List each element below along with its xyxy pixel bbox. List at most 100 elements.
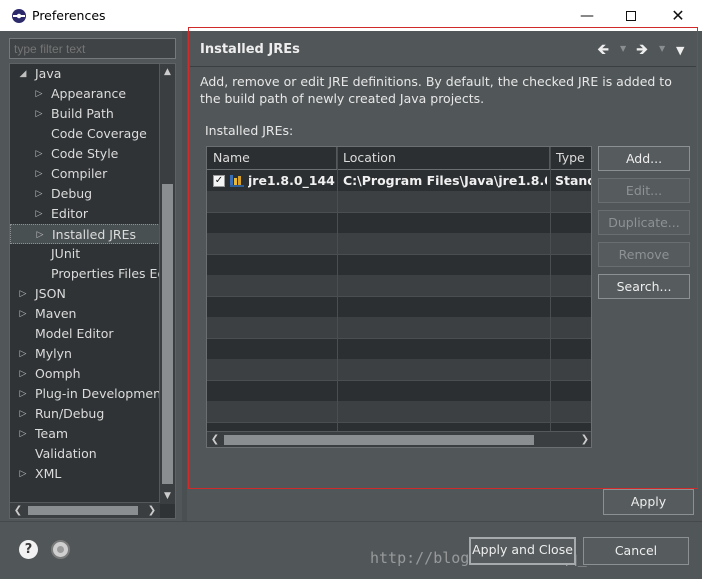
tree-item-maven[interactable]: ▷ Maven [10,304,160,324]
back-arrow-icon[interactable]: 🡸 [597,41,609,57]
tree-item-oomph[interactable]: ▷ Oomph [10,364,160,384]
jre-type-cell: Stand [555,173,591,188]
tree-item-label: Build Path [51,106,114,121]
jre-location-cell: C:\Program Files\Java\jre1.8.0_... [343,173,547,188]
scroll-up-icon[interactable]: ▲ [160,64,175,80]
collapsed-arrow-icon[interactable]: ▷ [18,404,28,424]
collapsed-arrow-icon[interactable]: ▷ [35,225,45,245]
record-icon[interactable] [51,540,70,559]
jre-name-cell: jre1.8.0_144 ... [248,173,336,188]
installed-jres-label: Installed JREs: [205,123,294,138]
apply-button[interactable]: Apply [603,489,694,515]
add-button[interactable]: Add... [598,146,690,171]
tree-item-plug-in-development[interactable]: ▷ Plug-in Development [10,384,166,404]
collapsed-arrow-icon[interactable]: ▷ [18,344,28,364]
search-button[interactable]: Search... [598,274,690,299]
row-divider [207,254,591,255]
tree-item-json[interactable]: ▷ JSON [10,284,160,304]
collapsed-arrow-icon[interactable]: ▷ [18,304,28,324]
duplicate-button[interactable]: Duplicate... [598,210,690,235]
tree-item-properties-files-ed[interactable]: Properties Files Ed [10,264,165,284]
tree-item-label: Maven [35,306,77,321]
filter-input[interactable] [9,38,176,59]
expanded-arrow-icon[interactable]: ◢ [18,64,28,84]
tree-item-code-coverage[interactable]: Code Coverage [10,124,160,144]
table-row-stripe [207,275,591,296]
collapsed-arrow-icon[interactable]: ▷ [18,424,28,444]
collapsed-arrow-icon[interactable]: ▷ [34,184,44,204]
collapsed-arrow-icon[interactable]: ▷ [34,204,44,224]
tree-item-label: Compiler [51,166,108,181]
collapsed-arrow-icon[interactable]: ▷ [18,384,28,404]
jre-table[interactable]: Name Location Type ✓ jre1.8.0_144 ... C:… [206,146,592,448]
tree-item-label: Validation [35,446,97,461]
collapsed-arrow-icon[interactable]: ▷ [18,364,28,384]
remove-button[interactable]: Remove [598,242,690,267]
tree-item-label: Code Style [51,146,119,161]
collapsed-arrow-icon[interactable]: ▷ [34,104,44,124]
scroll-down-icon[interactable]: ▼ [160,488,175,504]
scroll-left-icon[interactable]: ❮ [10,503,26,518]
tree-item-label: Run/Debug [35,406,105,421]
eclipse-app-icon [12,9,26,23]
table-horizontal-scrollbar[interactable]: ❮ ❯ [207,431,591,447]
tree-item-team[interactable]: ▷ Team [10,424,160,444]
forward-dropdown-icon[interactable]: ▼ [659,44,665,53]
row-divider [207,338,591,339]
scroll-left-icon[interactable]: ❮ [207,432,223,447]
view-menu-icon[interactable]: ▼ [676,43,684,59]
back-dropdown-icon[interactable]: ▼ [620,44,626,53]
preferences-tree[interactable]: ◢ Java ▷ Appearance ▷ Build Path Code Coverage… [9,63,176,519]
tree-item-label: Code Coverage [51,126,147,141]
tree-item-junit[interactable]: JUnit [10,244,160,264]
collapsed-arrow-icon[interactable]: ▷ [18,284,28,304]
tree-item-label: Debug [51,186,93,201]
tree-item-label: Mylyn [35,346,72,361]
table-row-stripe [207,401,591,422]
scroll-right-icon[interactable]: ❯ [144,503,160,518]
tree-item-label: Oomph [35,366,81,381]
table-row[interactable]: ✓ jre1.8.0_144 ... C:\Program Files\Java… [207,170,591,191]
tree-vertical-scrollbar[interactable]: ▲ ▼ [159,64,175,504]
tree-item-debug[interactable]: ▷ Debug [10,184,160,204]
edit-button[interactable]: Edit... [598,178,690,203]
tree-item-installed-jres[interactable]: ▷ Installed JREs [10,224,160,244]
tree-item-model-editor[interactable]: Model Editor [10,324,160,344]
header-separator [190,66,696,67]
tree-item-compiler[interactable]: ▷ Compiler [10,164,160,184]
tree-item-mylyn[interactable]: ▷ Mylyn [10,344,160,364]
tree-horizontal-scrollbar[interactable]: ❮ ❯ [10,502,160,518]
collapsed-arrow-icon[interactable]: ▷ [34,84,44,104]
collapsed-arrow-icon[interactable]: ▷ [34,164,44,184]
apply-and-close-button[interactable]: Apply and Close [469,537,576,565]
column-header-type[interactable]: Type [550,147,591,169]
scroll-right-icon[interactable]: ❯ [577,432,591,447]
scrollbar-thumb[interactable] [28,506,138,515]
help-icon[interactable]: ? [19,540,38,559]
tree-item-code-style[interactable]: ▷ Code Style [10,144,160,164]
collapsed-arrow-icon[interactable]: ▷ [34,144,44,164]
scrollbar-thumb[interactable] [162,184,173,484]
table-row-stripe [207,317,591,338]
tree-item-label: Plug-in Development [35,386,166,401]
jre-default-checkbox[interactable]: ✓ [213,175,225,187]
column-header-name[interactable]: Name [207,147,337,169]
column-header-location[interactable]: Location [337,147,550,169]
tree-item-run-debug[interactable]: ▷ Run/Debug [10,404,160,424]
tree-item-label: Team [35,426,69,441]
tree-item-validation[interactable]: Validation [10,444,160,464]
tree-item-label: XML [35,466,62,481]
tree-item-label: Java [35,66,62,81]
tree-item-xml[interactable]: ▷ XML [10,464,160,484]
forward-arrow-icon[interactable]: 🡺 [636,41,648,57]
scrollbar-thumb[interactable] [224,435,534,445]
tree-item-label: JUnit [51,246,81,261]
cancel-button[interactable]: Cancel [583,537,689,565]
collapsed-arrow-icon[interactable]: ▷ [18,464,28,484]
tree-item-appearance[interactable]: ▷ Appearance [10,84,160,104]
tree-item-build-path[interactable]: ▷ Build Path [10,104,160,124]
tree-item-label: Model Editor [35,326,114,341]
tree-item-editor[interactable]: ▷ Editor [10,204,160,224]
tree-item-java[interactable]: ◢ Java [10,64,160,84]
pane-splitter[interactable] [182,31,187,521]
